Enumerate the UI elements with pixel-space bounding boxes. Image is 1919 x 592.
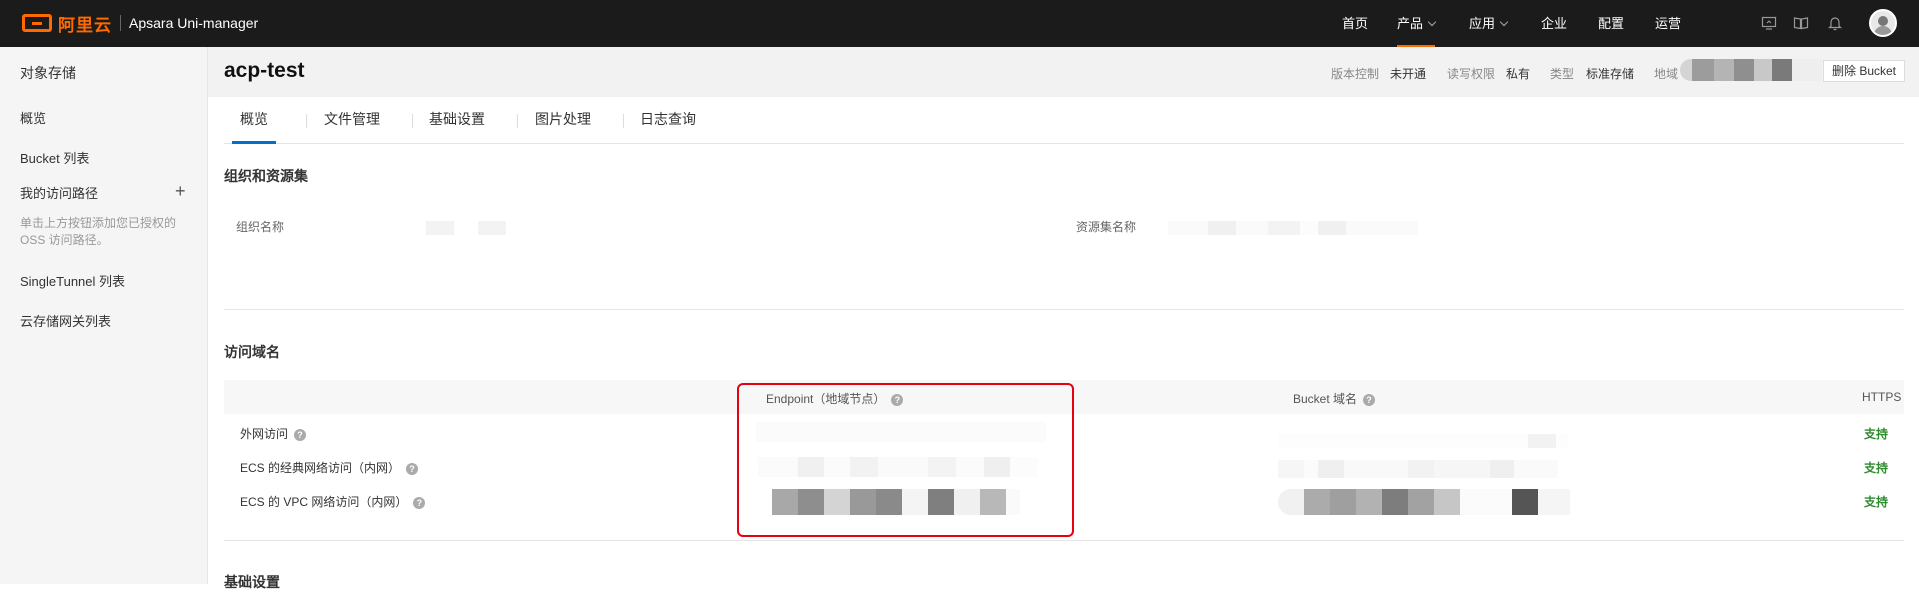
- chevron-down-icon: [1499, 17, 1509, 27]
- nav-applications-label: 应用: [1469, 16, 1496, 31]
- sidebar-title: 对象存储: [20, 65, 76, 81]
- table-row-label-internet: 外网访问?: [240, 425, 307, 442]
- tab-overview[interactable]: 概览: [232, 97, 276, 144]
- nav-operations[interactable]: 运营: [1655, 0, 1681, 47]
- resource-set-label: 资源集名称: [1076, 220, 1137, 234]
- https-support-vpc: 支持: [1864, 495, 1889, 509]
- version-control-value: 未开通: [1390, 67, 1427, 81]
- help-icon[interactable]: ?: [413, 496, 426, 509]
- nav-home[interactable]: 首页: [1342, 0, 1368, 47]
- storage-type-label: 类型: [1550, 67, 1575, 81]
- org-name-label: 组织名称: [236, 220, 285, 234]
- tab-bar: 概览 文件管理 基础设置 图片处理 日志查询: [224, 97, 1904, 144]
- sidebar: 对象存储 概览 Bucket 列表 我的访问路径 + 单击上方按钮添加您已授权的…: [0, 47, 208, 584]
- chevron-down-icon: [1427, 17, 1437, 27]
- org-name-redacted: [426, 221, 454, 235]
- tab-file-management[interactable]: 文件管理: [324, 97, 380, 144]
- nav-config[interactable]: 配置: [1598, 0, 1624, 47]
- tab-log-query[interactable]: 日志查询: [640, 97, 696, 144]
- user-avatar[interactable]: [1869, 9, 1897, 37]
- basic-settings-section-title: 基础设置: [224, 574, 280, 590]
- tab-basic-settings[interactable]: 基础设置: [429, 97, 485, 144]
- tab-image-processing[interactable]: 图片处理: [535, 97, 591, 144]
- help-icon[interactable]: ?: [294, 428, 307, 441]
- delete-bucket-button[interactable]: 删除 Bucket: [1823, 60, 1906, 82]
- region-value-redacted: [1680, 59, 1822, 81]
- table-row-label-classic: ECS 的经典网络访问（内网）?: [240, 459, 419, 476]
- bucket-domain-internet-redacted: [1278, 434, 1568, 448]
- section-divider: [224, 309, 1904, 310]
- bucket-domain-column-label: Bucket 域名: [1293, 392, 1358, 406]
- logo-text: 阿里云: [58, 15, 112, 35]
- sidebar-item-storage-gateway-list[interactable]: 云存储网关列表: [20, 311, 111, 330]
- domain-section-title: 访问域名: [224, 344, 280, 360]
- sidebar-item-bucket-list[interactable]: Bucket 列表: [20, 148, 89, 167]
- region-label: 地域: [1654, 67, 1679, 81]
- nav-products-label: 产品: [1397, 16, 1424, 31]
- acl-value: 私有: [1506, 67, 1531, 81]
- tab-divider: [623, 114, 624, 128]
- row-label-text: 外网访问: [240, 427, 289, 441]
- bucket-domain-column-header: Bucket 域名?: [1293, 390, 1376, 407]
- sidebar-item-singletunnel-list[interactable]: SingleTunnel 列表: [20, 271, 125, 290]
- https-column-header: HTTPS: [1862, 390, 1902, 404]
- tab-divider: [517, 114, 518, 128]
- https-support-internet: 支持: [1864, 427, 1889, 441]
- row-label-text: ECS 的 VPC 网络访问（内网）: [240, 495, 408, 509]
- logo-divider: [120, 15, 121, 31]
- https-support-classic: 支持: [1864, 461, 1889, 475]
- monitor-icon[interactable]: [1761, 15, 1777, 31]
- help-icon[interactable]: ?: [1363, 393, 1376, 406]
- acl-label: 读写权限: [1447, 67, 1496, 81]
- org-section-title: 组织和资源集: [224, 168, 308, 184]
- aliyun-logo-icon: [22, 14, 52, 32]
- aliyun-logo[interactable]: 阿里云 Apsara Uni-manager: [22, 12, 259, 35]
- tab-divider: [412, 114, 413, 128]
- book-icon[interactable]: [1793, 15, 1809, 31]
- nav-applications[interactable]: 应用: [1469, 0, 1509, 47]
- bucket-domain-vpc-redacted: [1278, 489, 1570, 515]
- row-label-text: ECS 的经典网络访问（内网）: [240, 461, 401, 475]
- bucket-domain-classic-redacted: [1278, 460, 1558, 478]
- nav-products[interactable]: 产品: [1397, 0, 1437, 47]
- page-title: acp-test: [224, 59, 305, 82]
- resource-set-redacted: [1168, 221, 1418, 235]
- help-icon[interactable]: ?: [406, 462, 419, 475]
- table-row-label-vpc: ECS 的 VPC 网络访问（内网）?: [240, 493, 426, 510]
- bucket-header: acp-test 版本控制 未开通 读写权限 私有 类型 标准存储 地域 删除 …: [208, 47, 1919, 97]
- endpoint-highlight-box: [737, 383, 1074, 537]
- tab-divider: [306, 114, 307, 128]
- bell-icon[interactable]: [1827, 15, 1843, 31]
- sidebar-hint: 单击上方按钮添加您已授权的 OSS 访问路径。: [20, 216, 177, 247]
- top-navigation-bar: 阿里云 Apsara Uni-manager 首页 产品 应用 企业 配置 运营: [0, 0, 1919, 47]
- nav-enterprise[interactable]: 企业: [1541, 0, 1567, 47]
- version-control-label: 版本控制: [1331, 67, 1380, 81]
- sidebar-item-overview[interactable]: 概览: [20, 108, 46, 127]
- section-divider: [224, 540, 1904, 541]
- brand-name: Apsara Uni-manager: [129, 15, 259, 31]
- add-access-path-icon[interactable]: +: [175, 182, 186, 200]
- sidebar-item-my-access-paths[interactable]: 我的访问路径: [20, 183, 98, 202]
- org-name-redacted: [478, 221, 506, 235]
- storage-type-value: 标准存储: [1586, 67, 1635, 81]
